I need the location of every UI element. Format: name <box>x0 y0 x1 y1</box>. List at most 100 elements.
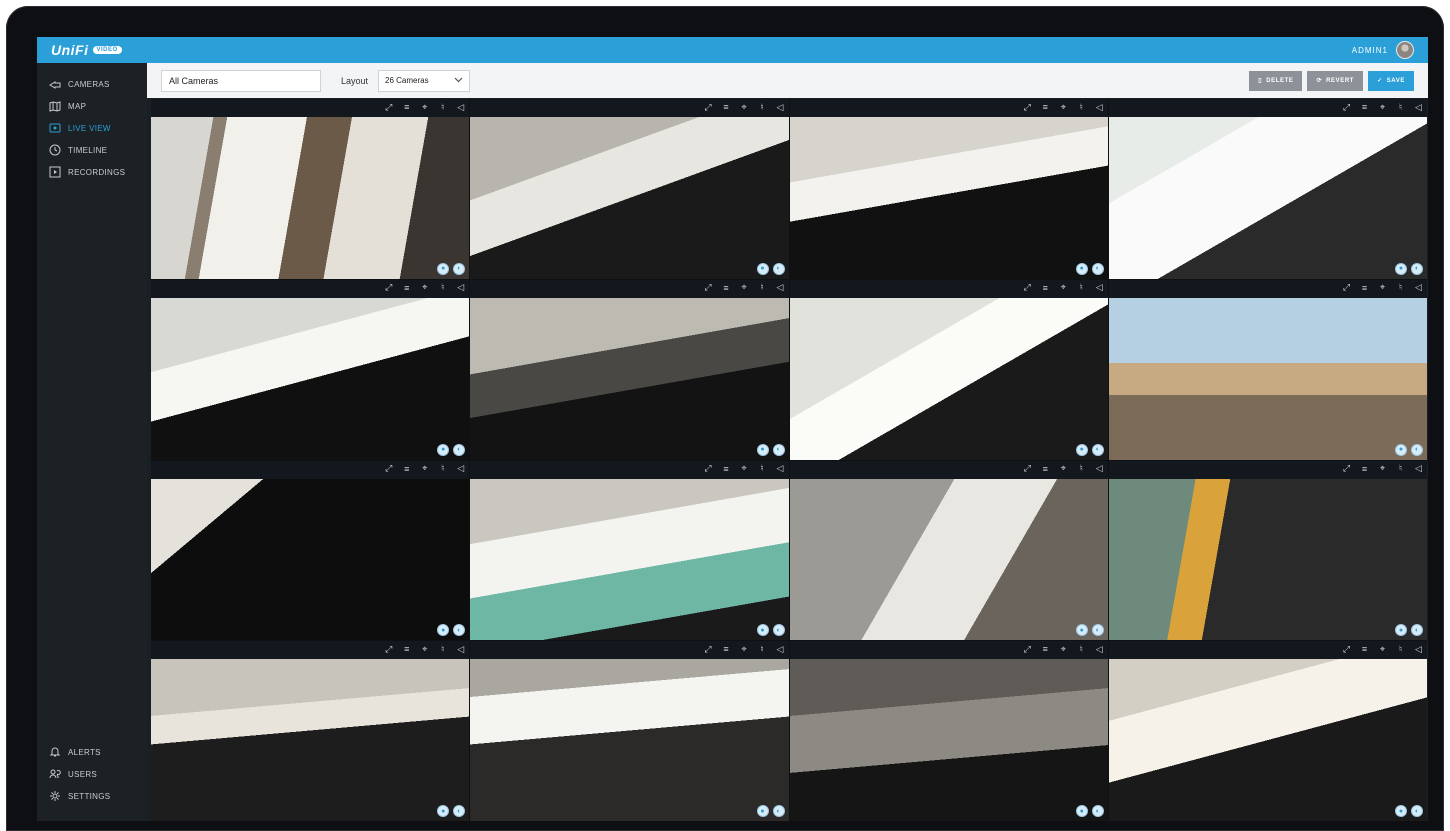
microphone-icon[interactable]: ♮ <box>438 282 447 292</box>
menu-icon[interactable]: ≡ <box>402 464 411 474</box>
sidebar-item-settings[interactable]: SETTINGS <box>37 785 147 807</box>
ptz-icon[interactable]: ◐ <box>772 805 785 817</box>
camera-icon[interactable]: ⌖ <box>1378 463 1387 473</box>
expand-icon[interactable]: ⤢ <box>1342 644 1351 654</box>
delete-button[interactable]: ▯ DELETE <box>1249 70 1303 91</box>
ptz-icon[interactable]: ◐ <box>1091 443 1104 456</box>
microphone-icon[interactable]: ♮ <box>758 463 767 473</box>
expand-icon[interactable]: ⤢ <box>704 282 713 292</box>
speaker-icon[interactable]: ◁ <box>1095 644 1104 654</box>
camera-icon[interactable]: ⌖ <box>1378 644 1387 654</box>
microphone-icon[interactable]: ♮ <box>1077 102 1086 112</box>
speaker-icon[interactable]: ◁ <box>456 102 465 112</box>
menu-icon[interactable]: ≡ <box>1360 644 1369 654</box>
microphone-icon[interactable]: ♮ <box>438 644 447 654</box>
avatar[interactable] <box>1396 41 1414 59</box>
sidebar-item-alerts[interactable]: ALERTS <box>37 741 147 763</box>
speaker-icon[interactable]: ◁ <box>1414 644 1423 654</box>
camera-icon[interactable]: ⌖ <box>420 282 429 292</box>
camera-feed[interactable] <box>1108 297 1427 460</box>
camera-feed[interactable] <box>789 117 1108 279</box>
camera-icon[interactable]: ⌖ <box>420 463 429 473</box>
zoom-icon[interactable]: ● <box>1075 805 1088 817</box>
ptz-icon[interactable]: ◐ <box>1091 624 1104 637</box>
camera-tile[interactable]: ⤢ ≡ ⌖ ♮ ◁ ● ◐ <box>151 460 470 641</box>
speaker-icon[interactable]: ◁ <box>776 102 785 112</box>
ptz-icon[interactable]: ◐ <box>1091 805 1104 817</box>
expand-icon[interactable]: ⤢ <box>1342 282 1351 292</box>
camera-icon[interactable]: ⌖ <box>1059 644 1068 654</box>
camera-icon[interactable]: ⌖ <box>1059 463 1068 473</box>
camera-feed[interactable] <box>1108 478 1427 641</box>
microphone-icon[interactable]: ♮ <box>438 102 447 112</box>
ptz-icon[interactable]: ◐ <box>772 262 785 275</box>
camera-icon[interactable]: ⌖ <box>740 463 749 473</box>
expand-icon[interactable]: ⤢ <box>1023 282 1032 292</box>
zoom-icon[interactable]: ● <box>1395 262 1407 275</box>
zoom-icon[interactable]: ● <box>437 262 450 275</box>
menu-icon[interactable]: ≡ <box>402 283 411 293</box>
layout-select[interactable]: 26 Cameras <box>378 69 471 92</box>
speaker-icon[interactable]: ◁ <box>776 644 785 654</box>
zoom-icon[interactable]: ● <box>1395 443 1407 456</box>
camera-tile[interactable]: ⤢ ≡ ⌖ ♮ ◁ ● ◐ <box>789 279 1108 460</box>
camera-feed[interactable] <box>470 478 789 641</box>
camera-tile[interactable]: ⤢ ≡ ⌖ ♮ ◁ ● ◐ <box>789 99 1108 279</box>
zoom-icon[interactable]: ● <box>756 262 769 275</box>
menu-icon[interactable]: ≡ <box>1041 283 1050 293</box>
camera-tile[interactable]: ⤢ ≡ ⌖ ♮ ◁ ● ◐ <box>151 279 470 460</box>
ptz-icon[interactable]: ◐ <box>453 624 466 637</box>
camera-feed[interactable] <box>789 297 1108 460</box>
camera-feed[interactable] <box>789 478 1108 641</box>
speaker-icon[interactable]: ◁ <box>1095 282 1104 292</box>
zoom-icon[interactable]: ● <box>437 805 450 817</box>
speaker-icon[interactable]: ◁ <box>456 282 465 292</box>
camera-tile[interactable]: ⤢ ≡ ⌖ ♮ ◁ ● ◐ <box>151 99 470 279</box>
menu-icon[interactable]: ≡ <box>722 102 731 112</box>
camera-tile[interactable]: ⤢ ≡ ⌖ ♮ ◁ ● ◐ <box>789 460 1108 641</box>
menu-icon[interactable]: ≡ <box>722 283 731 293</box>
menu-icon[interactable]: ≡ <box>1360 283 1369 293</box>
speaker-icon[interactable]: ◁ <box>1095 102 1104 112</box>
expand-icon[interactable]: ⤢ <box>384 282 393 292</box>
ptz-icon[interactable]: ◐ <box>453 805 466 817</box>
camera-tile[interactable]: ⤢ ≡ ⌖ ♮ ◁ ● ◐ <box>1108 641 1427 821</box>
expand-icon[interactable]: ⤢ <box>1023 463 1032 473</box>
microphone-icon[interactable]: ♮ <box>1396 282 1405 292</box>
camera-feed[interactable] <box>1108 117 1427 279</box>
menu-icon[interactable]: ≡ <box>402 644 411 654</box>
sidebar-item-recordings[interactable]: RECORDINGS <box>37 161 147 183</box>
menu-icon[interactable]: ≡ <box>1041 644 1050 654</box>
view-name-input[interactable]: All Cameras <box>161 69 321 92</box>
speaker-icon[interactable]: ◁ <box>776 463 785 473</box>
microphone-icon[interactable]: ♮ <box>758 102 767 112</box>
unifi-logo[interactable]: UniFi VIDEO <box>51 42 122 58</box>
camera-icon[interactable]: ⌖ <box>1378 102 1387 112</box>
camera-tile[interactable]: ⤢ ≡ ⌖ ♮ ◁ ● ◐ <box>470 279 789 460</box>
expand-icon[interactable]: ⤢ <box>1342 463 1351 473</box>
zoom-icon[interactable]: ● <box>437 443 450 456</box>
ptz-icon[interactable]: ◐ <box>1411 262 1423 275</box>
camera-icon[interactable]: ⌖ <box>740 102 749 112</box>
zoom-icon[interactable]: ● <box>1075 443 1088 456</box>
menu-icon[interactable]: ≡ <box>722 464 731 474</box>
zoom-icon[interactable]: ● <box>1395 805 1407 817</box>
menu-icon[interactable]: ≡ <box>1041 102 1050 112</box>
expand-icon[interactable]: ⤢ <box>1023 102 1032 112</box>
zoom-icon[interactable]: ● <box>1395 624 1407 637</box>
microphone-icon[interactable]: ♮ <box>758 282 767 292</box>
microphone-icon[interactable]: ♮ <box>1077 282 1086 292</box>
ptz-icon[interactable]: ◐ <box>1411 805 1423 817</box>
menu-icon[interactable]: ≡ <box>722 644 731 654</box>
ptz-icon[interactable]: ◐ <box>453 443 466 456</box>
expand-icon[interactable]: ⤢ <box>384 644 393 654</box>
expand-icon[interactable]: ⤢ <box>704 463 713 473</box>
camera-icon[interactable]: ⌖ <box>1059 282 1068 292</box>
camera-icon[interactable]: ⌖ <box>1059 102 1068 112</box>
camera-feed[interactable] <box>470 659 789 821</box>
revert-button[interactable]: ⟳ REVERT <box>1307 70 1364 91</box>
sidebar-item-timeline[interactable]: TIMELINE <box>37 139 147 161</box>
camera-tile[interactable]: ⤢ ≡ ⌖ ♮ ◁ ● ◐ <box>789 641 1108 821</box>
sidebar-item-live-view[interactable]: LIVE VIEW <box>37 117 147 139</box>
expand-icon[interactable]: ⤢ <box>1023 644 1032 654</box>
